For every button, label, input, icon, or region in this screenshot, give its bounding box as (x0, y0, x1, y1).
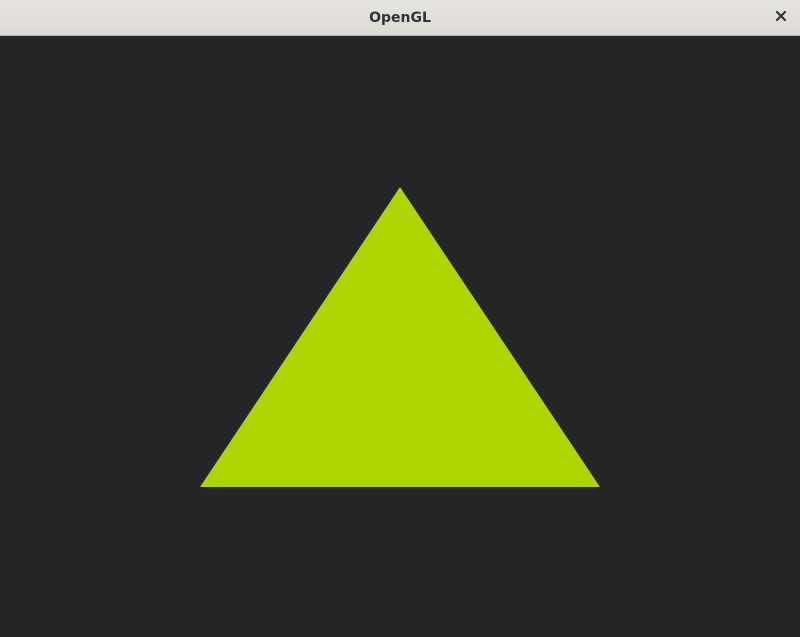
window-title: OpenGL (369, 10, 431, 26)
close-icon (775, 9, 787, 27)
opengl-window: OpenGL (0, 0, 800, 637)
close-button[interactable] (770, 7, 792, 29)
triangle (200, 187, 600, 487)
title-bar[interactable]: OpenGL (0, 0, 800, 36)
render-canvas (200, 187, 600, 487)
gl-viewport[interactable] (0, 37, 800, 637)
